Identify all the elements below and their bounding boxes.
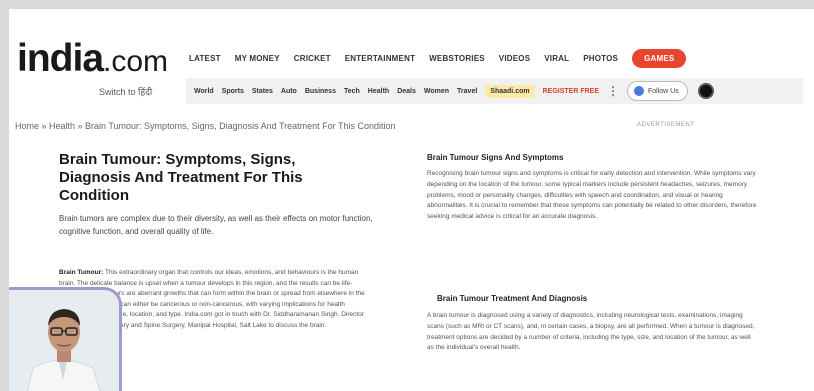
section-text-treatment: A brain tumour is diagnosed using a vari…: [427, 312, 755, 352]
logo-suffix-text: .com: [103, 45, 169, 78]
doctor-video-thumbnail: [9, 290, 119, 391]
subnav-item-travel[interactable]: Travel: [457, 88, 477, 95]
nav-item-videos[interactable]: VIDEOS: [499, 54, 530, 63]
language-switch-link[interactable]: Switch to हिंदी: [99, 85, 152, 98]
subnav-item-states[interactable]: States: [252, 88, 273, 95]
breadcrumb[interactable]: Home » Health » Brain Tumour: Symptoms, …: [15, 121, 396, 131]
subnav-item-deals[interactable]: Deals: [397, 88, 416, 95]
site-logo[interactable]: india.com: [17, 39, 168, 78]
advertisement-label: ADVERTISEMENT: [637, 122, 695, 128]
nav-item-viral[interactable]: VIRAL: [544, 54, 569, 63]
subnav-item-women[interactable]: Women: [424, 88, 449, 95]
subnav-item-auto[interactable]: Auto: [281, 88, 297, 95]
top-nav: LATEST MY MONEY CRICKET ENTERTAINMENT WE…: [189, 49, 687, 68]
section-heading-treatment: Brain Tumour Treatment And Diagnosis: [437, 294, 588, 303]
nav-item-entertainment[interactable]: ENTERTAINMENT: [345, 54, 415, 63]
nav-item-webstories[interactable]: WEBSTORIES: [429, 54, 485, 63]
more-menu-icon[interactable]: ⋮: [607, 84, 619, 98]
subnav-item-world[interactable]: World: [194, 88, 214, 95]
nav-item-photos[interactable]: PHOTOS: [583, 54, 618, 63]
subnav-item-health[interactable]: Health: [368, 88, 389, 95]
floating-video-player[interactable]: [9, 287, 122, 391]
follow-us-button[interactable]: Follow Us: [627, 81, 688, 101]
logo-main-text: india: [17, 37, 104, 80]
sub-nav: World Sports States Auto Business Tech H…: [186, 78, 803, 104]
paragraph-lead: Brain Tumour:: [59, 269, 104, 276]
follow-us-label: Follow Us: [648, 87, 679, 95]
games-button[interactable]: GAMES: [632, 49, 687, 68]
nav-item-latest[interactable]: LATEST: [189, 54, 221, 63]
nav-item-cricket[interactable]: CRICKET: [294, 54, 331, 63]
shaadi-link[interactable]: Shaadi.com: [485, 84, 535, 98]
article-intro: Brain tumors are complex due to their di…: [59, 214, 373, 236]
subnav-item-sports[interactable]: Sports: [222, 88, 244, 95]
section-heading-symptoms: Brain Tumour Signs And Symptoms: [427, 153, 564, 162]
subnav-item-business[interactable]: Business: [305, 88, 336, 95]
browser-page: india.com Switch to हिंदी LATEST MY MONE…: [9, 9, 814, 391]
nav-item-my-money[interactable]: MY MONEY: [235, 54, 280, 63]
register-free-link[interactable]: REGISTER FREE: [543, 88, 599, 95]
dark-mode-toggle-icon[interactable]: [697, 83, 714, 99]
google-news-icon: [634, 86, 644, 96]
section-text-symptoms: Recognising brain tumour signs and sympt…: [427, 170, 757, 221]
article-title: Brain Tumour: Symptoms, Signs, Diagnosis…: [59, 151, 303, 204]
subnav-item-tech[interactable]: Tech: [344, 88, 360, 95]
